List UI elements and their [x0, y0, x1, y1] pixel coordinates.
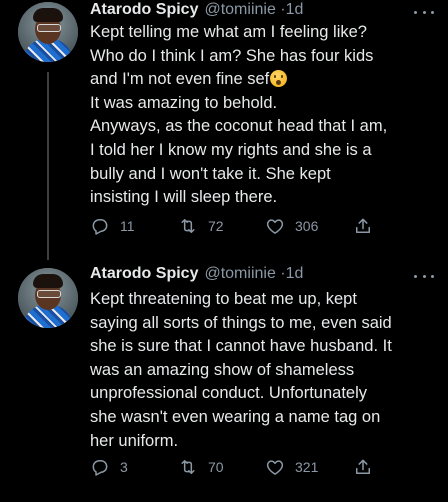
- tweet-line-text: and I'm not even fine sef: [90, 70, 270, 89]
- like-count: 321: [295, 459, 319, 475]
- tweet-line: and I'm not even fine sef: [90, 68, 438, 92]
- share-button[interactable]: [353, 457, 373, 477]
- retweet-button[interactable]: 72: [178, 216, 265, 236]
- like-count: 306: [295, 218, 319, 234]
- tweet-line: unprofessional conduct. Unfortunately: [90, 384, 368, 403]
- retweet-count: 72: [208, 218, 224, 234]
- tweet-line: I told her I know my rights and she is a: [90, 140, 372, 159]
- tweet-line: Kept telling me what am I feeling like?: [90, 23, 367, 41]
- user-handle[interactable]: @tomiinie: [204, 265, 275, 282]
- heart-icon: [266, 460, 284, 475]
- tweet-line: Anyways, as the coconut head that I am,: [90, 117, 388, 136]
- tweet-line: was an amazing show of shameless: [90, 360, 355, 379]
- tweet-line: saying all sorts of things to me, even s…: [90, 313, 392, 332]
- reply-count: 11: [120, 218, 135, 234]
- heart-icon: [266, 219, 284, 234]
- like-button[interactable]: 321: [265, 457, 353, 477]
- tweet[interactable]: Atarodo Spicy @tomiinie ·1d Kept telling…: [0, 0, 448, 252]
- share-icon: [356, 218, 370, 233]
- share-icon: [356, 459, 370, 474]
- tweet-actions: 3 70 321: [90, 456, 434, 478]
- share-button[interactable]: [353, 216, 373, 236]
- reply-button[interactable]: 3: [90, 457, 178, 477]
- more-options-icon[interactable]: [414, 268, 434, 284]
- tweet-header: Atarodo Spicy @tomiinie ·1d: [90, 264, 303, 284]
- display-name[interactable]: Atarodo Spicy: [90, 265, 198, 283]
- tweet-line: It was amazing to behold.: [90, 93, 278, 112]
- tweet-line: she wasn't even wearing a name tag on: [90, 407, 381, 426]
- tweet-line: her uniform.: [90, 431, 179, 450]
- tweet-time[interactable]: 1d: [286, 1, 304, 18]
- tweet-line: she is sure that I cannot have husband. …: [90, 337, 392, 356]
- avatar[interactable]: [18, 2, 78, 62]
- tweet-line: Kept threatening to beat me up, kept: [90, 290, 357, 308]
- tweet-line: Who do I think I am? She has four kids: [90, 46, 374, 65]
- reply-button[interactable]: 11: [90, 216, 178, 236]
- tweet-time[interactable]: 1d: [286, 265, 304, 282]
- reply-icon: [92, 460, 108, 476]
- tweet-actions: 11 72 306: [90, 215, 434, 237]
- like-button[interactable]: 306: [265, 216, 353, 236]
- handle-and-time: @tomiinie ·1d: [204, 1, 303, 19]
- tweet-header: Atarodo Spicy @tomiinie ·1d: [90, 0, 303, 20]
- handle-and-time: @tomiinie ·1d: [204, 265, 303, 283]
- avatar[interactable]: [18, 268, 78, 328]
- tweet-text: Kept threatening to beat me up, kept say…: [90, 288, 438, 453]
- tweet-line: bully and I won't take it. She kept: [90, 164, 331, 183]
- retweet-icon: [181, 219, 195, 233]
- retweet-icon: [181, 460, 195, 474]
- user-handle[interactable]: @tomiinie: [204, 1, 275, 18]
- tweet[interactable]: Atarodo Spicy @tomiinie ·1d Kept threate…: [0, 262, 448, 502]
- reply-count: 3: [120, 459, 128, 475]
- display-name[interactable]: Atarodo Spicy: [90, 1, 198, 19]
- hushed-face-emoji: [270, 70, 288, 88]
- more-options-icon[interactable]: [414, 4, 434, 20]
- retweet-count: 70: [208, 459, 224, 475]
- tweet-text: Kept telling me what am I feeling like? …: [90, 21, 438, 210]
- reply-icon: [92, 219, 108, 235]
- tweet-line: insisting I will sleep there.: [90, 188, 278, 207]
- retweet-button[interactable]: 70: [178, 457, 265, 477]
